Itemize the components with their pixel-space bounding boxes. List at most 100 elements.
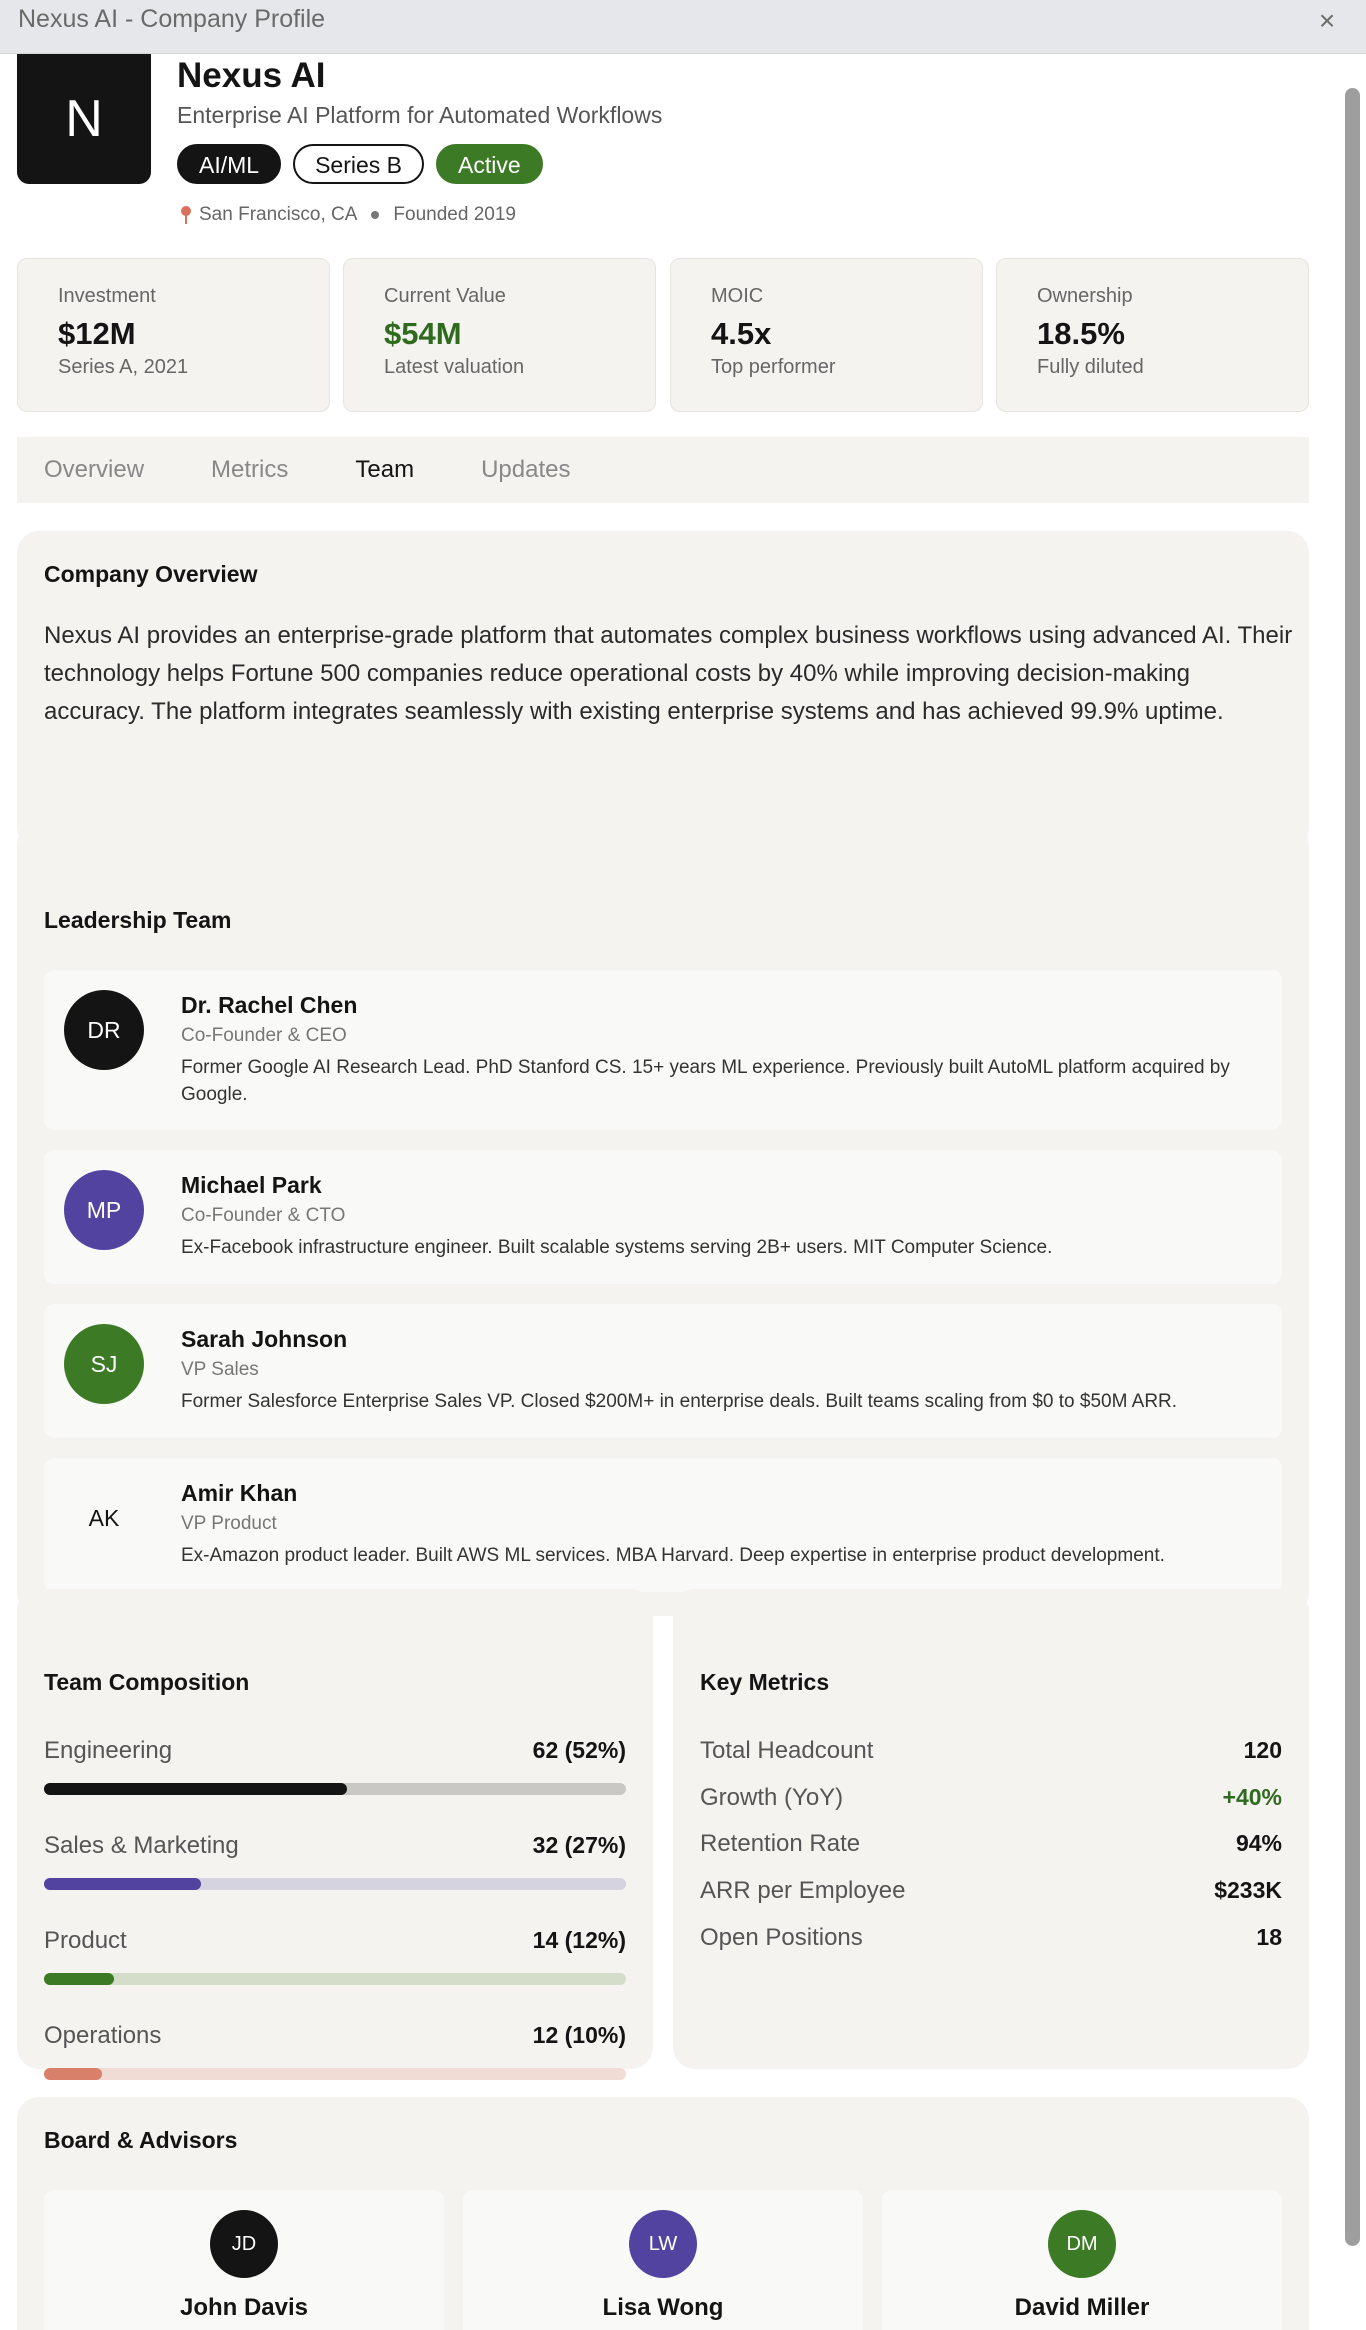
composition-label: Product	[44, 1927, 127, 1954]
metric-value: 94%	[1235, 1830, 1282, 1856]
profile-content: N Nexus AI Enterprise AI Platform for Au…	[0, 54, 1340, 2330]
stat-card-moic: MOIC 4.5x Top performer	[670, 258, 983, 412]
scrollbar-thumb[interactable]	[1345, 88, 1360, 2246]
board-name: John Davis	[179, 2294, 309, 2321]
tab-team[interactable]: Team	[355, 437, 414, 503]
composition-bar	[44, 1973, 626, 1985]
board-name: David Miller	[1014, 2294, 1150, 2321]
tab-overview[interactable]: Overview	[44, 437, 144, 503]
section-title: Board & Advisors	[44, 2127, 238, 2153]
stat-sub: Top performer	[711, 356, 836, 378]
composition-bar	[44, 1878, 626, 1890]
stat-value: 4.5x	[711, 316, 772, 351]
leader-card[interactable]: SJ Sarah Johnson VP Sales Former Salesfo…	[44, 1304, 1282, 1438]
avatar: DR	[64, 990, 144, 1070]
board-panel: Board & Advisors JD John Davis Board Mem…	[17, 2097, 1309, 2330]
metric-row: Retention Rate 94%	[700, 1830, 1282, 1860]
stat-sub: Fully diluted	[1037, 356, 1144, 378]
avatar: LW	[629, 2210, 697, 2278]
close-icon[interactable]: ×	[1312, 6, 1342, 36]
tab-updates[interactable]: Updates	[481, 437, 570, 503]
leadership-panel: Leadership Team DR Dr. Rachel Chen Co-Fo…	[17, 823, 1309, 1616]
leader-card[interactable]: AK Amir Khan VP Product Ex-Amazon produc…	[44, 1458, 1282, 1592]
metric-label: Open Positions	[700, 1924, 863, 1951]
company-founded: Founded 2019	[393, 204, 516, 225]
metric-label: Retention Rate	[700, 1830, 861, 1857]
section-title: Leadership Team	[44, 907, 232, 933]
avatar: SJ	[64, 1324, 144, 1404]
company-location: San Francisco, CA	[199, 204, 358, 225]
avatar: JD	[210, 2210, 278, 2278]
composition-value: 14 (12%)	[532, 1927, 626, 1953]
leader-name: Sarah Johnson	[181, 1326, 348, 1352]
board-card[interactable]: DM David Miller Advisor	[882, 2190, 1282, 2330]
separator-dot	[371, 211, 380, 219]
stat-label: Investment	[58, 285, 156, 307]
leader-card[interactable]: DR Dr. Rachel Chen Co-Founder & CEO Form…	[44, 970, 1282, 1130]
stat-label: Ownership	[1037, 285, 1133, 307]
leader-role: VP Product	[181, 1513, 277, 1534]
team-composition-panel: Team Composition Engineering 62 (52%) Sa…	[17, 1589, 653, 2080]
avatar: AK	[64, 1478, 144, 1558]
section-title: Team Composition	[44, 1669, 250, 1695]
stat-label: Current Value	[384, 285, 506, 307]
badge-group: AI/ML Series B Active	[177, 144, 543, 184]
leader-name: Dr. Rachel Chen	[181, 992, 358, 1018]
metric-value: $233K	[1214, 1877, 1282, 1903]
composition-bar-fill	[44, 2068, 103, 2080]
stat-value: $54M	[384, 316, 462, 351]
key-metrics-panel: Key Metrics Total Headcount 120 Growth (…	[673, 1589, 1309, 2069]
composition-value: 32 (27%)	[532, 1832, 626, 1858]
metric-row: Growth (YoY) +40%	[700, 1784, 1282, 1814]
metric-label: Growth (YoY)	[700, 1784, 844, 1811]
composition-label: Engineering	[44, 1737, 173, 1764]
stat-card-ownership: Ownership 18.5% Fully diluted	[996, 258, 1309, 412]
window-title: Nexus AI - Company Profile	[18, 5, 326, 33]
leader-name: Amir Khan	[181, 1480, 298, 1506]
composition-bar	[44, 2068, 626, 2080]
sector-badge: AI/ML	[177, 144, 282, 184]
leader-name: Michael Park	[181, 1172, 322, 1198]
tab-metrics[interactable]: Metrics	[211, 437, 288, 503]
metric-label: Total Headcount	[700, 1737, 874, 1764]
stat-card-investment: Investment $12M Series A, 2021	[17, 258, 330, 412]
metric-value: 120	[1243, 1737, 1282, 1763]
leader-bio: Former Google AI Research Lead. PhD Stan…	[181, 1057, 1230, 1105]
stat-value: $12M	[58, 316, 136, 351]
avatar: DM	[1048, 2210, 1116, 2278]
board-card[interactable]: LW Lisa Wong Board Observer	[463, 2190, 863, 2330]
company-name: Nexus AI	[177, 56, 326, 95]
board-name: Lisa Wong	[602, 2294, 724, 2321]
stat-card-current-value: Current Value $54M Latest valuation	[343, 258, 656, 412]
avatar: MP	[64, 1170, 144, 1250]
location-pin-icon	[180, 206, 192, 224]
composition-bar-fill	[44, 1783, 347, 1795]
window-titlebar: Nexus AI - Company Profile ×	[0, 0, 1366, 54]
leader-bio: Ex-Facebook infrastructure engineer. Bui…	[181, 1237, 1053, 1258]
composition-label: Operations	[44, 2022, 162, 2049]
stat-sub: Latest valuation	[384, 356, 525, 378]
composition-bar	[44, 1783, 626, 1795]
metric-label: ARR per Employee	[700, 1877, 906, 1904]
stat-value: 18.5%	[1037, 316, 1125, 351]
company-tagline: Enterprise AI Platform for Automated Wor…	[177, 102, 663, 128]
board-card[interactable]: JD John Davis Board Member	[44, 2190, 444, 2330]
company-logo: N	[17, 54, 151, 184]
leader-card[interactable]: MP Michael Park Co-Founder & CTO Ex-Face…	[44, 1150, 1282, 1284]
leader-role: Co-Founder & CTO	[181, 1205, 346, 1226]
leader-bio: Ex-Amazon product leader. Built AWS ML s…	[181, 1545, 1165, 1566]
section-title: Company Overview	[44, 561, 258, 587]
status-badge: Active	[436, 144, 543, 184]
company-overview-panel: Company Overview Nexus AI provides an en…	[17, 531, 1309, 849]
stat-label: MOIC	[711, 285, 764, 307]
metric-row: Total Headcount 120	[700, 1737, 1282, 1767]
section-title: Key Metrics	[700, 1669, 830, 1695]
leader-bio: Former Salesforce Enterprise Sales VP. C…	[181, 1391, 1178, 1412]
metric-row: Open Positions 18	[700, 1924, 1282, 1954]
composition-bar-fill	[44, 1973, 114, 1985]
leader-role: Co-Founder & CEO	[181, 1025, 347, 1046]
composition-value: 62 (52%)	[532, 1737, 626, 1763]
leader-role: VP Sales	[181, 1359, 259, 1380]
tab-bar: Overview Metrics Team Updates	[17, 437, 1309, 503]
overview-text: Nexus AI provides an enterprise-grade pl…	[44, 622, 1293, 725]
